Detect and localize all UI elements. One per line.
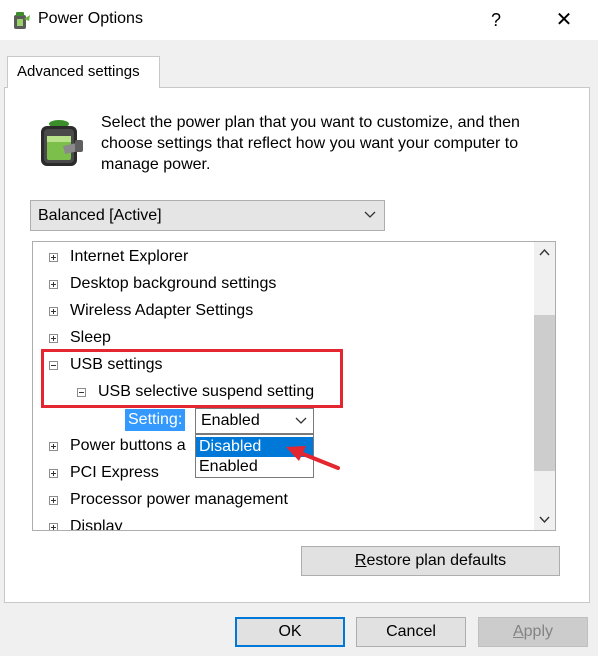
apply-button[interactable]: Apply — [478, 617, 588, 647]
title-bar: Power Options ? ✕ — [0, 0, 598, 40]
restore-accel-key: R — [354, 552, 367, 569]
apply-accel-key: A — [512, 623, 524, 640]
tree-item-label: Desktop background settings — [70, 275, 277, 292]
close-button[interactable]: ✕ — [551, 7, 577, 33]
tree-item-label: Sleep — [70, 329, 111, 346]
annotation-arrow-icon — [286, 446, 340, 470]
tree-item-label: Processor power management — [70, 491, 288, 508]
expand-plus-icon[interactable] — [49, 496, 58, 505]
apply-label: pply — [523, 623, 554, 640]
scroll-thumb[interactable] — [534, 315, 555, 471]
expand-plus-icon[interactable] — [49, 523, 58, 530]
setting-select[interactable]: Enabled — [195, 408, 314, 434]
power-options-icon — [14, 12, 30, 29]
expand-plus-icon[interactable] — [49, 334, 58, 343]
expand-plus-icon[interactable] — [49, 280, 58, 289]
ok-button[interactable]: OK — [235, 617, 345, 647]
description-text: Select the power plan that you want to c… — [101, 114, 520, 173]
tab-advanced-settings[interactable]: Advanced settings — [7, 56, 160, 88]
cancel-button[interactable]: Cancel — [356, 617, 466, 647]
setting-label: Setting: — [125, 409, 186, 431]
annotation-highlight-box — [41, 349, 343, 408]
expand-plus-icon[interactable] — [49, 442, 58, 451]
help-button[interactable]: ? — [484, 7, 508, 33]
tree-item-label: Wireless Adapter Settings — [70, 302, 254, 319]
power-plan-select[interactable]: Balanced [Active] — [30, 200, 385, 231]
restore-plan-defaults-button[interactable]: Restore plan defaults — [301, 546, 560, 576]
chevron-down-icon — [295, 417, 307, 424]
restore-label: estore plan defaults — [366, 552, 507, 569]
setting-value: Enabled — [201, 412, 260, 429]
battery-plug-icon — [41, 120, 83, 166]
tree-scrollbar[interactable] — [534, 242, 555, 530]
window-title: Power Options — [38, 10, 143, 27]
expand-plus-icon[interactable] — [49, 253, 58, 262]
chevron-down-icon — [364, 211, 376, 218]
scroll-up-icon[interactable] — [534, 242, 555, 264]
expand-plus-icon[interactable] — [49, 469, 58, 478]
tree-item-label: PCI Express — [70, 464, 159, 481]
expand-plus-icon[interactable] — [49, 307, 58, 316]
tree-item-label: Display — [70, 518, 123, 531]
scroll-down-icon[interactable] — [534, 508, 555, 530]
power-plan-value: Balanced [Active] — [38, 207, 162, 224]
tree-item-label: Internet Explorer — [70, 248, 189, 265]
tree-item-label: Power buttons a — [70, 437, 186, 454]
